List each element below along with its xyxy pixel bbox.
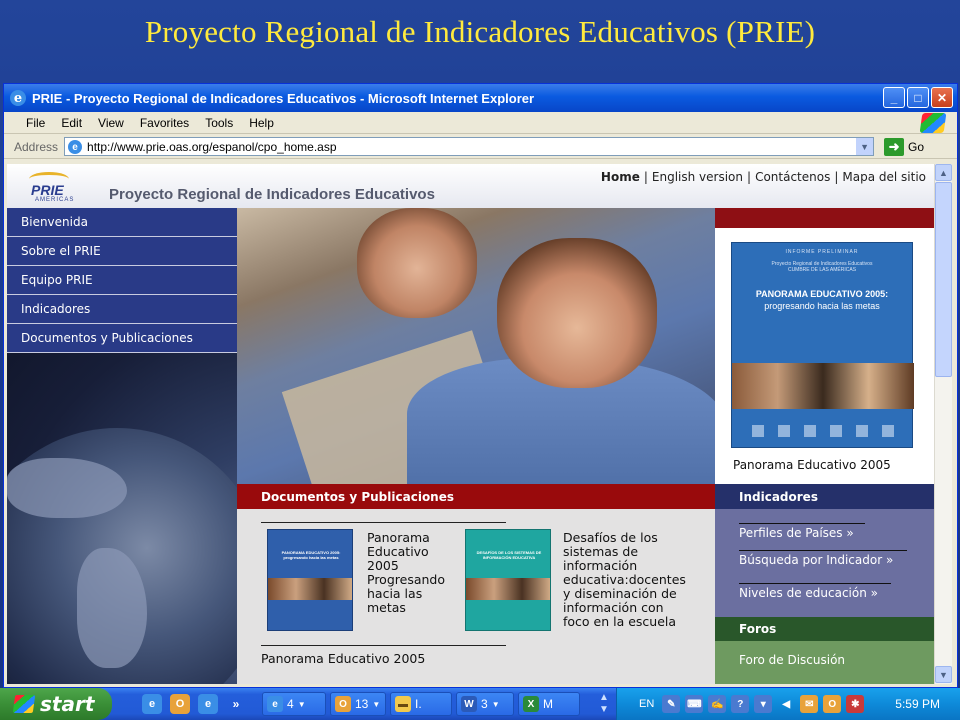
- taskbar-folder[interactable]: ▬ I.: [390, 692, 452, 716]
- hero-photo: [237, 208, 715, 484]
- address-bar: Address e http://www.prie.oas.org/espano…: [4, 135, 957, 159]
- indicadores-heading: Indicadores: [715, 484, 934, 509]
- leftnav-bienvenida[interactable]: Bienvenida: [7, 208, 237, 237]
- taskbar-scroll-icon[interactable]: ▲ ▼: [596, 692, 612, 716]
- close-button[interactable]: ✕: [931, 87, 953, 108]
- featured-caption[interactable]: Panorama Educativo 2005: [733, 458, 891, 472]
- menu-favorites[interactable]: Favorites: [140, 116, 189, 130]
- browser-window: e PRIE - Proyecto Regional de Indicadore…: [3, 83, 958, 688]
- tray-network-icon[interactable]: ✱: [846, 695, 865, 713]
- taskbar: start e O e » e 4 ▼ O 13 ▼ ▬ I. W 3 ▼ X M ▲…: [0, 688, 960, 720]
- leftnav-indicadores[interactable]: Indicadores: [7, 295, 237, 324]
- globe-image: [7, 428, 267, 684]
- address-url: http://www.prie.oas.org/espanol/cpo_home…: [87, 139, 337, 154]
- indicadores-section: Perfiles de Países » Búsqueda por Indica…: [715, 509, 934, 617]
- foros-heading: Foros: [715, 617, 934, 641]
- leftnav-documentos[interactable]: Documentos y Publicaciones: [7, 324, 237, 353]
- menu-file[interactable]: File: [26, 116, 45, 130]
- page-viewport: PRIE AMERICAS Proyecto Regional de Indic…: [7, 164, 934, 684]
- folder-icon: ▬: [395, 696, 411, 712]
- word-icon: W: [461, 696, 477, 712]
- window-titlebar[interactable]: e PRIE - Proyecto Regional de Indicadore…: [4, 84, 957, 112]
- leftnav-equipo[interactable]: Equipo PRIE: [7, 266, 237, 295]
- system-tray: EN ✎ ⌨ ✍ ? ▾ ◀ ✉ O ✱ 5:59 PM: [616, 688, 960, 720]
- scroll-up-icon[interactable]: ▲: [935, 164, 952, 181]
- tray-options-icon[interactable]: ▾: [754, 695, 773, 713]
- menu-view[interactable]: View: [98, 116, 124, 130]
- ie-icon: e: [267, 696, 283, 712]
- address-label: Address: [14, 139, 59, 154]
- go-button[interactable]: ➜ Go: [884, 137, 925, 156]
- scroll-down-icon[interactable]: ▼: [935, 666, 952, 683]
- start-button[interactable]: start: [0, 688, 112, 720]
- link-perfiles-paises[interactable]: Perfiles de Países »: [739, 526, 854, 540]
- windows-logo-icon: [12, 695, 36, 713]
- pub1-cover-image[interactable]: PANORAMA EDUCATIVO 2005: progresando hac…: [267, 529, 353, 631]
- top-navigation: Home | English version | Contáctenos | Mapa de…: [600, 170, 926, 184]
- taskbar-ie-group[interactable]: e 4 ▼: [262, 692, 326, 716]
- menu-edit[interactable]: Edit: [61, 116, 82, 130]
- pub2-cover-image[interactable]: DESAFÍOS DE LOS SISTEMAS DE INFORMACIÓN …: [465, 529, 551, 631]
- scroll-thumb[interactable]: [935, 182, 952, 377]
- featured-publication: INFORME PRELIMINAR Proyecto Regional de …: [715, 208, 934, 484]
- tray-help-icon[interactable]: ?: [731, 695, 750, 713]
- minimize-button[interactable]: _: [883, 87, 905, 108]
- nav-home-link[interactable]: Home: [601, 170, 640, 184]
- language-indicator[interactable]: EN: [639, 698, 654, 710]
- pub3-title[interactable]: Panorama Educativo 2005: [261, 651, 425, 666]
- menu-help[interactable]: Help: [249, 116, 274, 130]
- left-navigation: Bienvenida Sobre el PRIE Equipo PRIE Ind…: [7, 208, 267, 684]
- documentos-section: PANORAMA EDUCATIVO 2005: progresando hac…: [237, 509, 715, 684]
- featured-cover-image[interactable]: INFORME PRELIMINAR Proyecto Regional de …: [731, 242, 914, 448]
- nav-contact-link[interactable]: Contáctenos: [755, 170, 830, 184]
- leftnav-sobre-prie[interactable]: Sobre el PRIE: [7, 237, 237, 266]
- link-niveles-educacion[interactable]: Niveles de educación »: [739, 586, 878, 600]
- clock[interactable]: 5:59 PM: [895, 697, 940, 711]
- taskbar-word-group[interactable]: W 3 ▼: [456, 692, 514, 716]
- taskbar-excel[interactable]: X M: [518, 692, 580, 716]
- nav-sitemap-link[interactable]: Mapa del sitio: [842, 170, 926, 184]
- menu-tools[interactable]: Tools: [205, 116, 233, 130]
- prie-logo[interactable]: PRIE AMERICAS: [19, 172, 89, 203]
- tray-handwriting-icon[interactable]: ✍: [708, 695, 727, 713]
- quicklaunch-browser-icon[interactable]: e: [198, 694, 218, 714]
- pub2-title[interactable]: Desafíos de los sistemas de información edu…: [563, 531, 686, 629]
- quicklaunch-expand-icon[interactable]: »: [226, 694, 246, 714]
- site-header: PRIE AMERICAS Proyecto Regional de Indic…: [7, 164, 934, 208]
- tray-mail-icon[interactable]: ✉: [800, 695, 819, 713]
- tray-keyboard-icon[interactable]: ⌨: [685, 695, 704, 713]
- go-label: Go: [908, 139, 925, 154]
- outlook-icon: O: [335, 696, 351, 712]
- site-title: Proyecto Regional de Indicadores Educati…: [109, 186, 435, 203]
- nav-english-link[interactable]: English version: [652, 170, 743, 184]
- address-dropdown-icon[interactable]: ▼: [856, 138, 874, 155]
- link-foro-discusion[interactable]: Foro de Discusión: [739, 653, 845, 667]
- excel-icon: X: [523, 696, 539, 712]
- windows-logo-icon: [919, 113, 947, 133]
- address-input[interactable]: e http://www.prie.oas.org/espanol/cpo_ho…: [64, 137, 875, 156]
- window-title: PRIE - Proyecto Regional de Indicadores …: [32, 90, 535, 106]
- go-arrow-icon: ➜: [884, 137, 905, 156]
- slide-title: Proyecto Regional de Indicadores Educati…: [144, 14, 816, 49]
- quicklaunch-outlook-icon[interactable]: O: [170, 694, 190, 714]
- maximize-button[interactable]: □: [907, 87, 929, 108]
- documentos-heading: Documentos y Publicaciones: [237, 484, 715, 509]
- ie-icon: e: [10, 90, 26, 106]
- foros-section: Foro de Discusión: [715, 641, 934, 684]
- pub1-title[interactable]: Panorama Educativo 2005 Progresando hacia la…: [367, 531, 445, 615]
- tray-outlook-icon[interactable]: O: [823, 695, 842, 713]
- tray-back-icon[interactable]: ◀: [777, 695, 795, 713]
- menu-bar: File Edit View Favorites Tools Help: [4, 112, 957, 134]
- quicklaunch-ie-icon[interactable]: e: [142, 694, 162, 714]
- tray-pen-icon[interactable]: ✎: [662, 695, 681, 713]
- link-busqueda-indicador[interactable]: Búsqueda por Indicador »: [739, 553, 893, 567]
- taskbar-outlook-group[interactable]: O 13 ▼: [330, 692, 386, 716]
- page-icon: e: [68, 140, 83, 154]
- vertical-scrollbar[interactable]: ▲ ▼: [934, 164, 952, 684]
